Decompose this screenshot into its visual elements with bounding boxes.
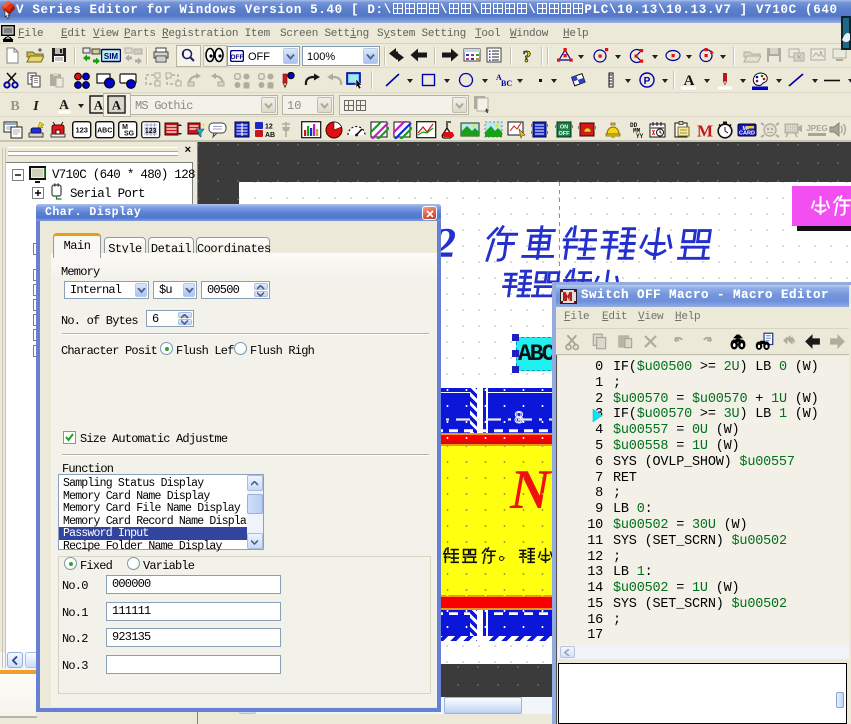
svg-text:12: 12	[265, 124, 273, 131]
svg-text:M: M	[697, 122, 713, 140]
svg-text:A: A	[112, 98, 122, 113]
svg-text:?: ?	[523, 47, 532, 64]
svg-text:I: I	[32, 99, 39, 114]
svg-text:JPEG: JPEG	[806, 124, 827, 133]
svg-text:P: P	[644, 76, 651, 87]
svg-text:A: A	[59, 97, 69, 112]
svg-text:123: 123	[75, 126, 88, 135]
svg-text:BC: BC	[501, 79, 512, 88]
svg-text:OFF: OFF	[231, 54, 244, 61]
svg-text:YY: YY	[636, 133, 644, 139]
svg-text:AB: AB	[265, 132, 275, 139]
svg-text:OFF: OFF	[559, 131, 571, 137]
svg-text:SIM: SIM	[104, 52, 119, 61]
svg-text:ON: ON	[560, 125, 568, 131]
svg-text:CARD: CARD	[739, 131, 755, 137]
svg-text:ABC: ABC	[97, 128, 112, 135]
svg-text:123: 123	[145, 128, 157, 135]
svg-text:B: B	[10, 99, 19, 114]
svg-text:SG: SG	[124, 131, 135, 138]
